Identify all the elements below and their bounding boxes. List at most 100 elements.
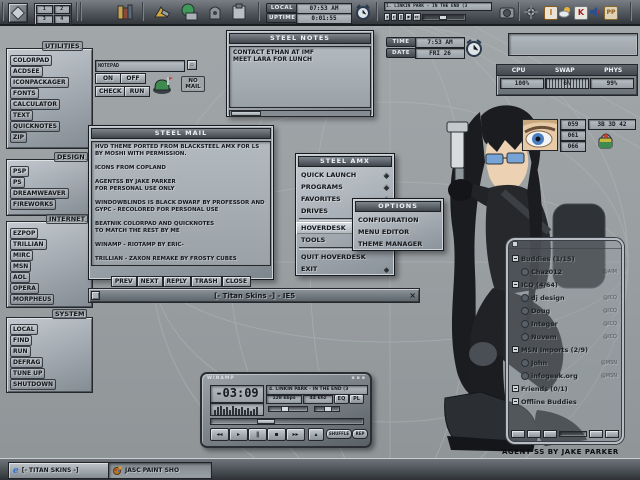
toolbar-button[interactable] — [527, 430, 541, 438]
toolbar-slider[interactable] — [559, 431, 587, 437]
toolbar-button[interactable] — [511, 430, 525, 438]
buddy-group-row[interactable]: MSN Imports (2/9) — [511, 343, 619, 356]
check-button[interactable]: CHECK — [95, 86, 125, 97]
buddy-row[interactable]: Doug @ICQ — [511, 304, 619, 317]
menu-item-menu-editor[interactable]: MENU EDITOR — [353, 226, 443, 238]
volume-thumb[interactable] — [281, 406, 289, 412]
next-button[interactable]: NEXT — [136, 276, 163, 287]
winamp-player[interactable]: WINAMP ▪ ▪ ▪ -03:09 4. LINKIN PARK - IN … — [200, 372, 372, 448]
off-button[interactable]: OFF — [120, 73, 146, 84]
titan-skins-task-strip[interactable]: [- Titan Skins -] - IE5 × — [88, 288, 420, 303]
menu-item-programs[interactable]: PROGRAMS — [296, 181, 394, 193]
eject-button[interactable]: ▴ — [308, 428, 324, 441]
hvd-logo[interactable] — [8, 3, 28, 23]
sidebar-item-fireworks[interactable]: FIREWORKS — [10, 199, 57, 210]
repeat-button[interactable]: REP — [352, 429, 368, 439]
next-button[interactable]: ▸▸ — [412, 13, 421, 21]
pager-cell[interactable]: 4 — [53, 15, 70, 24]
buddy-group-row[interactable]: ICQ (4/64) — [511, 278, 619, 291]
collapse-icon[interactable] — [512, 398, 519, 405]
globe-icon[interactable] — [180, 3, 198, 21]
sidebar-item-morpheus[interactable]: MORPHEUS — [10, 294, 55, 305]
clipboard-icon[interactable] — [230, 3, 248, 21]
pager-cell[interactable]: 1 — [36, 5, 53, 14]
collapse-icon[interactable] — [512, 281, 519, 288]
collapse-icon[interactable] — [512, 255, 519, 262]
alarm-clock-icon[interactable] — [354, 3, 372, 21]
task-button-titan-skins[interactable]: e [- TITAN SKINS -] — [8, 462, 112, 479]
buddy-row[interactable]: John @MSN — [511, 356, 619, 369]
seek-bar[interactable] — [210, 418, 364, 425]
shuffle-button[interactable]: SHUFFLE — [326, 429, 352, 439]
close-button[interactable]: CLOSE — [221, 276, 252, 287]
buddy-group-row[interactable]: Friends (0/1) — [511, 382, 619, 395]
gear-icon[interactable] — [524, 5, 538, 19]
task-button-paint-shop[interactable]: JASC PAINT SHO — [108, 462, 212, 479]
buddy-row[interactable]: infogeek.org @MSN — [511, 369, 619, 382]
pager-cell[interactable]: 3 — [36, 15, 53, 24]
pl-button[interactable]: PL — [349, 394, 364, 404]
mailcheck-field[interactable] — [95, 60, 185, 72]
balance-slider[interactable] — [314, 406, 340, 412]
office-icon[interactable]: PP — [604, 6, 618, 20]
buddy-list-window[interactable]: Buddies (1/15) Chaz012 @AIM ICQ (4/64) dj… — [506, 238, 624, 444]
collapse-icon[interactable] — [512, 346, 519, 353]
volume-slider[interactable] — [268, 406, 308, 412]
winamp-titlebar[interactable]: WINAMP ▪ ▪ ▪ — [202, 374, 370, 382]
weather-icon[interactable] — [559, 6, 571, 18]
buddy-group-row[interactable]: Offline Buddies — [511, 395, 619, 408]
reply-button[interactable]: REPLY — [162, 276, 191, 287]
winamp-time-display[interactable]: -03:09 — [210, 385, 264, 403]
menu-item-configuration[interactable]: CONFIGURATION — [353, 214, 443, 226]
buddy-row[interactable]: Chaz012 @AIM — [511, 265, 619, 278]
winzip-icon[interactable]: I — [544, 6, 558, 20]
mailcheck-go-button[interactable]: ▫ — [187, 60, 197, 70]
stop-button[interactable]: ▪ — [405, 13, 412, 21]
menu-item-quick-launch[interactable]: QUICK LAUNCH — [296, 169, 394, 181]
tools-icon[interactable] — [152, 3, 170, 21]
toolbar-button[interactable] — [589, 430, 603, 438]
pager-cell[interactable]: 2 — [53, 5, 70, 14]
menu-item-exit[interactable]: EXIT — [296, 263, 394, 275]
pause-button[interactable]: ∥ — [248, 428, 267, 441]
scroll-thumb[interactable] — [231, 111, 261, 116]
volume-icon[interactable] — [589, 6, 601, 18]
trash-button[interactable]: TRASH — [190, 276, 222, 287]
next-button[interactable]: ▸▸ — [286, 428, 305, 441]
paint-bucket-icon[interactable] — [596, 130, 616, 150]
notes-hscrollbar[interactable] — [229, 110, 371, 117]
camera-icon[interactable] — [498, 3, 516, 21]
kazaa-icon[interactable]: K — [574, 6, 588, 20]
prev-button[interactable]: ◂ — [384, 13, 391, 21]
prev-button[interactable]: ◂◂ — [210, 428, 229, 441]
seek-thumb[interactable] — [438, 15, 447, 20]
steel-mail-titlebar[interactable]: STEEL MAIL — [91, 128, 271, 139]
balance-thumb[interactable] — [324, 406, 332, 412]
steel-mail-body[interactable]: HVD THEME PORTED FROM BLACKSTEEL AMX FOR… — [91, 141, 271, 266]
books-icon[interactable] — [116, 3, 134, 21]
buddy-row[interactable]: Integer @ICQ — [511, 317, 619, 330]
seek-thumb[interactable] — [257, 419, 275, 424]
sidebar-item-shutdown[interactable]: SHUTDOWN — [10, 379, 57, 390]
buddy-list-titlebar[interactable] — [508, 240, 622, 249]
steel-notes-body[interactable]: CONTACT ETHAN AT IMF MEET LARA FOR LUNCH — [229, 46, 371, 108]
collapse-icon[interactable] — [512, 385, 519, 392]
buddy-group-row[interactable]: Buddies (1/15) — [511, 252, 619, 265]
toolbar-button[interactable] — [543, 430, 557, 438]
menu-item-theme-manager[interactable]: THEME MANAGER — [353, 238, 443, 250]
winamp-window-buttons[interactable]: ▪ ▪ ▪ — [351, 375, 365, 381]
menu-item-quit-hoverdesk[interactable]: QUIT HOVERDESK — [296, 251, 394, 263]
eq-button[interactable]: EQ — [334, 394, 349, 404]
window-icon[interactable] — [91, 291, 100, 300]
steel-notes-titlebar[interactable]: STEEL NOTES — [229, 33, 371, 44]
buddy-row[interactable]: Nuvem @ICQ — [511, 330, 619, 343]
seek-slider[interactable] — [421, 14, 466, 21]
buddy-row[interactable]: dj design @ICQ — [511, 291, 619, 304]
sidebar-item-zip[interactable]: ZIP — [10, 132, 27, 143]
run-button[interactable]: RUN — [124, 86, 150, 97]
play-button[interactable]: ▸ — [229, 428, 248, 441]
desktop-pager[interactable]: 1 2 3 4 — [34, 3, 72, 25]
toolbar-button[interactable] — [605, 430, 619, 438]
lock-icon[interactable] — [206, 3, 224, 21]
close-icon[interactable]: × — [409, 291, 416, 300]
